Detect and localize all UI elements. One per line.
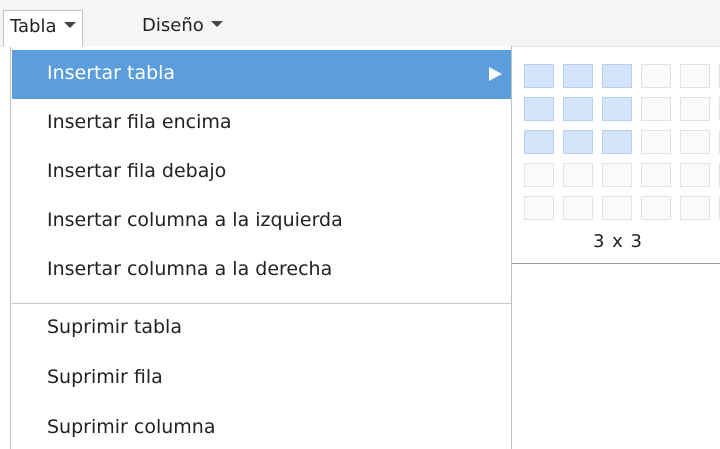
grid-cell[interactable] [524, 163, 554, 187]
grid-cell-selected[interactable] [563, 64, 593, 88]
menu-item-label: Suprimir tabla [47, 316, 182, 338]
grid-cell[interactable] [641, 163, 671, 187]
grid-cell[interactable] [680, 196, 710, 220]
table-dropdown-menu: Insertar tabla Insertar fila encima Inse… [10, 46, 512, 449]
menu-item-label: Insertar columna a la izquierda [47, 209, 343, 231]
grid-cell[interactable] [641, 130, 671, 154]
design-menu-button[interactable]: Diseño [136, 10, 229, 42]
menu-item-insert-table[interactable]: Insertar tabla [12, 50, 511, 99]
grid-cell-selected[interactable] [602, 130, 632, 154]
grid-cell-selected[interactable] [524, 97, 554, 121]
chevron-down-icon [210, 21, 223, 27]
table-menu-button[interactable]: Tabla [3, 10, 83, 47]
grid-cell[interactable] [641, 196, 671, 220]
grid-cell[interactable] [563, 163, 593, 187]
menu-item-delete-column[interactable]: Suprimir columna [12, 404, 511, 449]
menu-item-label: Insertar columna a la derecha [47, 258, 333, 280]
menu-item-label: Insertar fila encima [47, 111, 232, 133]
grid-cell[interactable] [641, 64, 671, 88]
grid-cell[interactable] [680, 97, 710, 121]
menu-item-insert-row-below[interactable]: Insertar fila debajo [12, 148, 511, 197]
menu-item-delete-table[interactable]: Suprimir tabla [12, 304, 511, 353]
grid-cell[interactable] [563, 196, 593, 220]
grid-cell-selected[interactable] [563, 97, 593, 121]
menu-item-insert-column-right[interactable]: Insertar columna a la derecha [12, 246, 511, 295]
menu-item-delete-row[interactable]: Suprimir fila [12, 354, 511, 403]
grid-cell-selected[interactable] [602, 64, 632, 88]
grid-cell-selected[interactable] [524, 130, 554, 154]
menu-bar: Tabla Diseño [0, 0, 720, 47]
menu-item-label: Suprimir columna [47, 416, 216, 438]
table-menu-label: Tabla [10, 16, 57, 37]
menu-item-label: Suprimir fila [47, 366, 163, 388]
table-size-grid-picker: 3 x 3 [512, 56, 720, 264]
chevron-down-icon [63, 22, 76, 28]
grid-cell[interactable] [524, 196, 554, 220]
design-menu-label: Diseño [142, 15, 204, 36]
menu-item-insert-row-above[interactable]: Insertar fila encima [12, 99, 511, 148]
grid-cell[interactable] [680, 130, 710, 154]
grid-cell[interactable] [602, 163, 632, 187]
submenu-arrow-icon [489, 67, 502, 81]
grid-size-label: 3 x 3 [593, 231, 643, 252]
document-editor-stage: Tabla Diseño Insertar tabla Insertar fil… [0, 0, 720, 449]
grid-cell[interactable] [680, 163, 710, 187]
menu-item-insert-column-left[interactable]: Insertar columna a la izquierda [12, 197, 511, 246]
grid-cell[interactable] [602, 196, 632, 220]
grid-cell-selected[interactable] [602, 97, 632, 121]
menu-item-label: Insertar tabla [47, 62, 176, 84]
grid-cell-selected[interactable] [563, 130, 593, 154]
menu-item-label: Insertar fila debajo [47, 160, 227, 182]
grid-cell-selected[interactable] [524, 64, 554, 88]
grid-cell[interactable] [680, 64, 710, 88]
grid-cell[interactable] [641, 97, 671, 121]
